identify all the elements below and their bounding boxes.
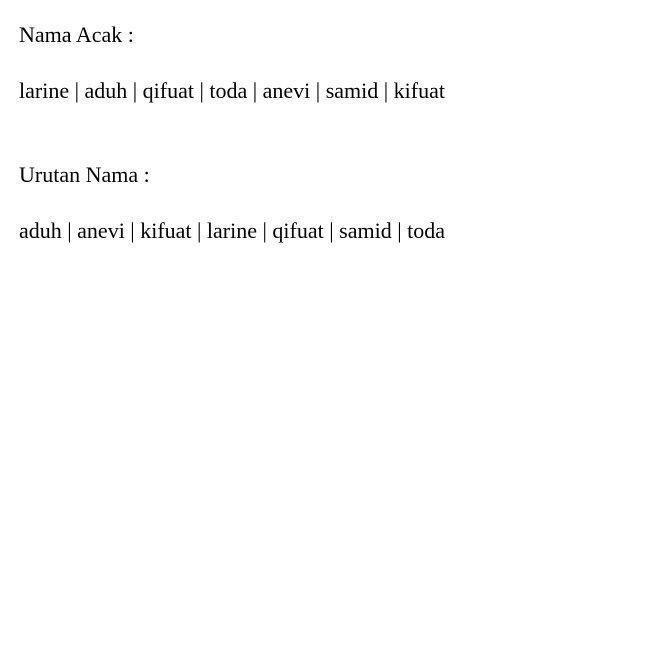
random-names-heading: Nama Acak : <box>19 22 134 47</box>
sorted-names-heading: Urutan Nama : <box>19 162 150 187</box>
random-names-list: larine | aduh | qifuat | toda | anevi | … <box>19 78 445 103</box>
sorted-names-list: aduh | anevi | kifuat | larine | qifuat … <box>19 218 445 243</box>
